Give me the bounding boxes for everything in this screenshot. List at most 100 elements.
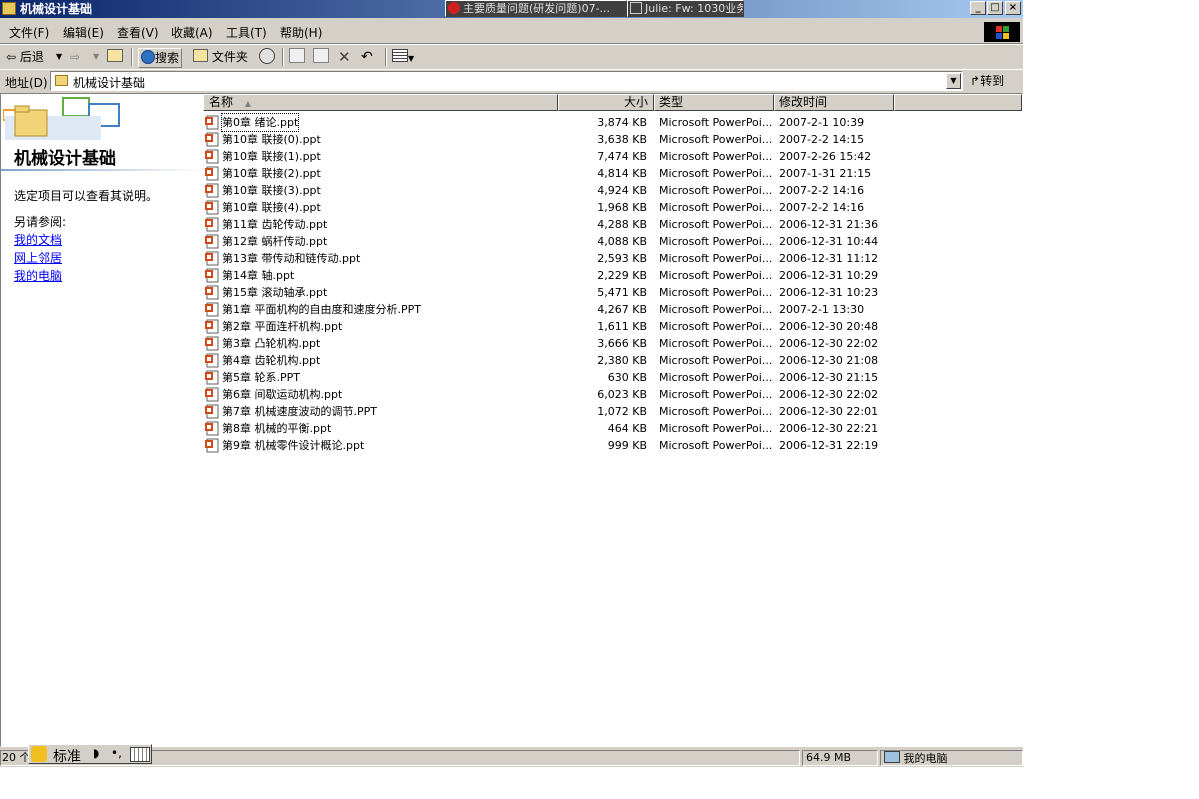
maximize-button[interactable]: □ (987, 1, 1003, 15)
file-row[interactable]: 第5章 轮系.PPT 630 KB Microsoft PowerPoi... 200… (203, 369, 1022, 386)
hint-text: 选定项目可以查看其说明。 (14, 189, 159, 203)
file-type: Microsoft PowerPoi... (659, 337, 773, 350)
file-row[interactable]: 第13章 带传动和链传动.ppt 2,593 KB Microsoft PowerP… (203, 250, 1022, 267)
forward-dropdown-icon[interactable]: ▼ (93, 48, 99, 66)
file-name: 第12章 蜗杆传动.ppt (222, 235, 328, 248)
file-modified: 2006-12-31 22:19 (779, 439, 879, 452)
undo-icon[interactable]: ↶ (361, 48, 373, 66)
file-name: 第9章 机械零件设计概论.ppt (222, 439, 365, 452)
column-size[interactable]: 大小 (558, 94, 654, 111)
column-name[interactable]: 名称 ▲ (203, 94, 558, 111)
powerpoint-file-icon (205, 302, 219, 317)
file-modified: 2007-2-2 14:15 (779, 133, 865, 146)
address-input[interactable]: 机械设计基础 ▼ (50, 71, 963, 91)
link-my-documents[interactable]: 我的文档 (14, 231, 62, 248)
views-button[interactable]: ▼ (392, 48, 414, 66)
file-type: Microsoft PowerPoi... (659, 405, 773, 418)
file-size: 6,023 KB (597, 388, 647, 401)
delete-icon[interactable]: ✕ (338, 48, 351, 66)
back-button[interactable]: ⇦ 后退 (6, 48, 44, 66)
file-row[interactable]: 第0章 绪论.ppt 3,874 KB Microsoft PowerPoi... 2… (203, 113, 1022, 132)
file-row[interactable]: 第10章 联接(3).ppt 4,924 KB Microsoft PowerPoi… (203, 182, 1022, 199)
menu-tools[interactable]: 工具(T) (226, 24, 267, 41)
address-dropdown-icon[interactable]: ▼ (946, 73, 961, 89)
file-row[interactable]: 第6章 间歇运动机构.ppt 6,023 KB Microsoft PowerPoi… (203, 386, 1022, 403)
file-row[interactable]: 第10章 联接(0).ppt 3,638 KB Microsoft PowerPoi… (203, 131, 1022, 148)
file-size: 3,666 KB (597, 337, 647, 350)
file-size: 999 KB (607, 439, 647, 452)
copy-to-button[interactable] (313, 48, 329, 66)
file-row[interactable]: 第9章 机械零件设计概论.ppt 999 KB Microsoft PowerPoi… (203, 437, 1022, 454)
powerpoint-file-icon (205, 421, 219, 436)
menu-help[interactable]: 帮助(H) (280, 24, 322, 41)
file-name: 第3章 凸轮机构.ppt (222, 337, 321, 350)
column-type[interactable]: 类型 (654, 94, 774, 111)
file-row[interactable]: 第10章 联接(4).ppt 1,968 KB Microsoft PowerPoi… (203, 199, 1022, 216)
address-bar: 地址(D) 机械设计基础 ▼ ↱转到 (0, 69, 1023, 93)
up-folder-icon[interactable] (107, 48, 123, 66)
half-width-icon[interactable]: ◗ (93, 746, 99, 760)
link-network-places[interactable]: 网上邻居 (14, 249, 62, 266)
file-modified: 2006-12-31 21:36 (779, 218, 879, 231)
file-row[interactable]: 第11章 齿轮传动.ppt 4,288 KB Microsoft PowerPoi.… (203, 216, 1022, 233)
close-button[interactable]: × (1005, 1, 1021, 15)
menu-file[interactable]: 文件(F) (9, 24, 49, 41)
file-name: 第13章 带传动和链传动.ppt (222, 252, 361, 265)
minimize-button[interactable]: _ (970, 1, 986, 15)
file-size: 3,638 KB (597, 133, 647, 146)
ime-mode[interactable]: 标准 (53, 746, 81, 766)
file-list: 名称 ▲ 大小 类型 修改时间 第0章 绪论.ppt 3,874 KB Micros… (203, 94, 1022, 746)
file-type: Microsoft PowerPoi... (659, 303, 773, 316)
folder-icon (55, 75, 68, 86)
file-row[interactable]: 第2章 平面连杆机构.ppt 1,611 KB Microsoft PowerPoi… (203, 318, 1022, 335)
file-size: 4,924 KB (597, 184, 647, 197)
file-row[interactable]: 第4章 齿轮机构.ppt 2,380 KB Microsoft PowerPoi..… (203, 352, 1022, 369)
menu-bar: 文件(F) 编辑(E) 查看(V) 收藏(A) 工具(T) 帮助(H) (0, 19, 1023, 44)
file-row[interactable]: 第1章 平面机构的自由度和速度分析.PPT 4,267 KB Microsoft P… (203, 301, 1022, 318)
file-row[interactable]: 第10章 联接(2).ppt 4,814 KB Microsoft PowerPoi… (203, 165, 1022, 182)
file-row[interactable]: 第8章 机械的平衡.ppt 464 KB Microsoft PowerPoi...… (203, 420, 1022, 437)
file-row[interactable]: 第3章 凸轮机构.ppt 3,666 KB Microsoft PowerPoi..… (203, 335, 1022, 352)
file-size: 4,267 KB (597, 303, 647, 316)
go-button[interactable]: ↱转到 (970, 72, 1004, 89)
file-size: 1,968 KB (597, 201, 647, 214)
column-modified[interactable]: 修改时间 (774, 94, 894, 111)
soft-keyboard-icon[interactable] (130, 747, 150, 762)
file-row[interactable]: 第15章 滚动轴承.ppt 5,471 KB Microsoft PowerPoi.… (203, 284, 1022, 301)
menu-view[interactable]: 查看(V) (117, 24, 159, 41)
file-modified: 2006-12-30 21:15 (779, 371, 879, 384)
menu-edit[interactable]: 编辑(E) (63, 24, 104, 41)
file-row[interactable]: 第10章 联接(1).ppt 7,474 KB Microsoft PowerPoi… (203, 148, 1022, 165)
history-button[interactable] (259, 48, 275, 66)
content-area: 机械设计基础 选定项目可以查看其说明。 另请参阅: 我的文档 网上邻居 我的电脑… (0, 93, 1023, 747)
file-type: Microsoft PowerPoi... (659, 286, 773, 299)
file-size: 4,088 KB (597, 235, 647, 248)
forward-button[interactable]: ⇨ (70, 48, 80, 66)
ime-logo-icon[interactable] (31, 746, 47, 762)
ime-toolbar[interactable]: 标准 ◗ •, (28, 744, 152, 766)
file-row[interactable]: 第12章 蜗杆传动.ppt 4,088 KB Microsoft PowerPoi.… (203, 233, 1022, 250)
file-size: 7,474 KB (597, 150, 647, 163)
banner-divider (1, 169, 202, 171)
back-label: 后退 (19, 50, 44, 64)
file-modified: 2006-12-31 11:12 (779, 252, 879, 265)
back-dropdown-icon[interactable]: ▼ (56, 48, 62, 66)
toolbar-separator (385, 48, 387, 66)
punctuation-icon[interactable]: •, (111, 746, 122, 760)
file-row[interactable]: 第14章 轴.ppt 2,229 KB Microsoft PowerPoi... 2… (203, 267, 1022, 284)
file-modified: 2007-2-1 13:30 (779, 303, 865, 316)
folders-label: 文件夹 (211, 50, 248, 64)
file-modified: 2007-2-26 15:42 (779, 150, 872, 163)
search-button[interactable]: 搜索 (138, 48, 183, 68)
link-my-computer[interactable]: 我的电脑 (14, 267, 62, 284)
file-modified: 2007-2-2 14:16 (779, 201, 865, 214)
file-type: Microsoft PowerPoi... (659, 218, 773, 231)
toolbar-separator (131, 48, 133, 66)
menu-favorites[interactable]: 收藏(A) (171, 24, 213, 41)
powerpoint-file-icon (205, 200, 219, 215)
folders-button[interactable]: 文件夹 (193, 48, 248, 66)
file-row[interactable]: 第7章 机械速度波动的调节.PPT 1,072 KB Microsoft Power… (203, 403, 1022, 420)
taskbar-item-mail[interactable]: Julie: Fw: 1030业务 (627, 0, 744, 17)
taskbar-item-quality[interactable]: 主要质量问题(研发问题)07-... (445, 0, 627, 17)
move-to-button[interactable] (289, 48, 305, 66)
